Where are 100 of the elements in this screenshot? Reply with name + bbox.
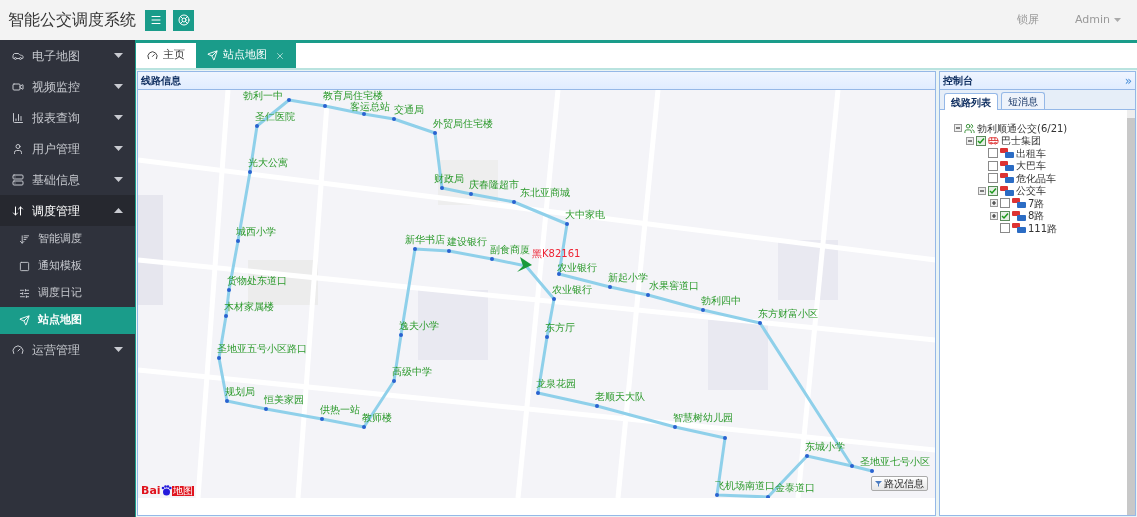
vehicles-icon <box>1012 210 1026 221</box>
sidebar-menu-item[interactable]: 用户管理 <box>0 133 135 164</box>
station-dot <box>758 321 762 325</box>
sidebar-menu-item[interactable]: 电子地图 <box>0 40 135 71</box>
sidebar-menu-item[interactable]: 运营管理 <box>0 334 135 365</box>
station-dot <box>433 131 437 135</box>
station-dot <box>805 454 809 458</box>
collapse-toggle-icon[interactable] <box>954 124 962 133</box>
station-dot <box>715 493 719 497</box>
close-icon[interactable] <box>275 50 285 61</box>
station-label: 飞机场南道口 <box>715 480 775 491</box>
station-dot <box>320 417 324 421</box>
station-label: 客运总站 <box>350 101 390 112</box>
station-dot <box>413 247 417 251</box>
scrollbar[interactable] <box>1127 110 1135 515</box>
expand-toggle-icon[interactable] <box>990 199 998 208</box>
tree-checkbox[interactable] <box>1000 223 1010 234</box>
tree-checkbox[interactable] <box>1000 198 1010 209</box>
vehicles-icon <box>1000 160 1014 171</box>
station-label: 恒美家园 <box>264 394 304 405</box>
station-label: 圣仁医院 <box>255 111 295 122</box>
tab-icon <box>147 50 158 61</box>
station-dot <box>287 98 291 102</box>
caret-icon <box>114 146 123 151</box>
traffic-info-button[interactable]: 路况信息 <box>871 476 928 491</box>
station-label: 建设银行 <box>447 236 487 247</box>
station-dot <box>264 407 268 411</box>
tree-checkbox[interactable] <box>988 173 998 184</box>
station-label: 逸夫小学 <box>399 320 439 331</box>
station-dot <box>870 469 874 473</box>
tree-checkbox[interactable] <box>976 135 986 146</box>
station-dot <box>673 425 677 429</box>
station-label: 龙泉花园 <box>536 378 576 389</box>
tree-checkbox[interactable] <box>988 148 998 159</box>
menu-button[interactable] <box>145 9 166 31</box>
station-dot <box>399 333 403 337</box>
station-dot <box>536 391 540 395</box>
station-dot <box>512 200 516 204</box>
station-label: 交通局 <box>394 104 424 115</box>
bus-icon <box>988 135 999 147</box>
bus-arrow-icon <box>517 257 532 272</box>
station-dot <box>440 186 444 190</box>
vehicles-icon <box>1000 185 1014 196</box>
caret-icon <box>114 208 123 213</box>
station-label: 老顺天大队 <box>595 391 645 402</box>
station-dot <box>392 117 396 121</box>
filter-icon <box>875 480 882 487</box>
lifebuoy-icon <box>177 14 190 26</box>
station-dot <box>225 399 229 403</box>
panel-tab[interactable]: 短消息 <box>1001 92 1045 109</box>
station-dot <box>552 297 556 301</box>
tree-node-label[interactable]: 勃利顺通公交(6/21) <box>977 120 1068 136</box>
station-dot <box>723 436 727 440</box>
station-label: 圣地亚七号小区 <box>860 456 930 467</box>
collapse-toggle-icon[interactable] <box>978 186 986 195</box>
station-dot <box>545 335 549 339</box>
tree-checkbox[interactable] <box>988 160 998 171</box>
submenu-item[interactable]: 调度日记 <box>0 280 135 307</box>
station-dot <box>490 257 494 261</box>
station-dot <box>565 222 569 226</box>
station-label: 新华书店 <box>405 234 445 245</box>
station-dot <box>557 272 561 276</box>
station-label: 财政局 <box>434 173 464 184</box>
station-label: 教师楼 <box>362 412 392 423</box>
station-label: 教育局住宅楼 <box>323 90 383 101</box>
caret-icon <box>114 347 123 352</box>
station-label: 勃利四中 <box>701 295 741 306</box>
caret-icon <box>114 84 123 89</box>
station-dot <box>362 425 366 429</box>
sidebar-menu-item[interactable]: 报表查询 <box>0 102 135 133</box>
station-label: 东方厅 <box>545 322 575 333</box>
collapse-toggle-icon[interactable] <box>966 136 974 145</box>
tree-checkbox[interactable] <box>988 185 998 196</box>
station-dot <box>646 293 650 297</box>
station-label: 农业银行 <box>552 284 592 295</box>
station-label: 新起小学 <box>608 272 648 283</box>
expand-toggle-icon[interactable] <box>990 211 998 220</box>
tab-icon <box>207 50 218 61</box>
sidebar-menu-item[interactable]: 视频监控 <box>0 71 135 102</box>
station-label: 大中家电 <box>565 209 605 220</box>
caret-icon <box>1114 18 1121 22</box>
caret-icon <box>114 115 123 120</box>
station-dot <box>469 192 473 196</box>
station-label: 供热一站 <box>320 404 360 415</box>
station-dot <box>255 124 259 128</box>
station-label: 金泰道口 <box>775 482 815 493</box>
submenu-item[interactable]: 通知模板 <box>0 253 135 280</box>
station-label: 高级中学 <box>392 366 432 377</box>
sidebar-menu-item[interactable]: 调度管理 <box>0 195 135 226</box>
help-button[interactable] <box>173 9 194 31</box>
panel-tab[interactable]: 线路列表 <box>944 93 998 110</box>
map-logo: Bai 地图 <box>141 485 194 496</box>
vehicles-icon <box>1012 223 1026 234</box>
station-dot <box>323 104 327 108</box>
sidebar-menu-item[interactable]: 基础信息 <box>0 164 135 195</box>
station-dot <box>227 288 231 292</box>
station-dot <box>224 314 228 318</box>
station-label: 光大公寓 <box>248 157 288 168</box>
tree-checkbox[interactable] <box>1000 210 1010 221</box>
submenu-item[interactable]: 智能调度 <box>0 226 135 253</box>
